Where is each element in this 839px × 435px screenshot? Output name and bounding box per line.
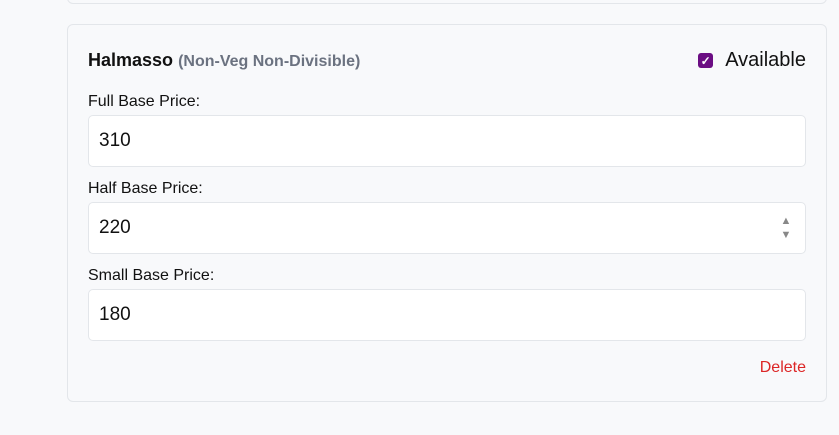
- item-category: (Non-Veg Non-Divisible): [178, 53, 361, 70]
- spin-down-icon[interactable]: ▼: [779, 228, 793, 242]
- item-title: Halmasso (Non-Veg Non-Divisible): [88, 50, 360, 71]
- item-name: Halmasso: [88, 50, 174, 70]
- small-price-input[interactable]: 180: [88, 289, 806, 341]
- half-price-input[interactable]: 220 ▲ ▼: [88, 202, 806, 254]
- previous-item-card: [67, 0, 827, 4]
- full-price-input[interactable]: 310: [88, 115, 806, 167]
- small-price-label: Small Base Price:: [88, 267, 215, 284]
- menu-item-card: Halmasso (Non-Veg Non-Divisible) ✓ Availa…: [67, 24, 827, 402]
- number-spinner[interactable]: ▲ ▼: [779, 214, 793, 242]
- half-price-label: Half Base Price:: [88, 180, 203, 197]
- spin-up-icon[interactable]: ▲: [779, 214, 793, 228]
- available-checkbox[interactable]: ✓ Available: [698, 49, 806, 72]
- delete-button[interactable]: Delete: [760, 359, 806, 377]
- checkmark-icon[interactable]: ✓: [698, 53, 714, 68]
- half-price-value: 220: [99, 217, 131, 238]
- full-price-label: Full Base Price:: [88, 93, 201, 110]
- available-label: Available: [725, 49, 806, 71]
